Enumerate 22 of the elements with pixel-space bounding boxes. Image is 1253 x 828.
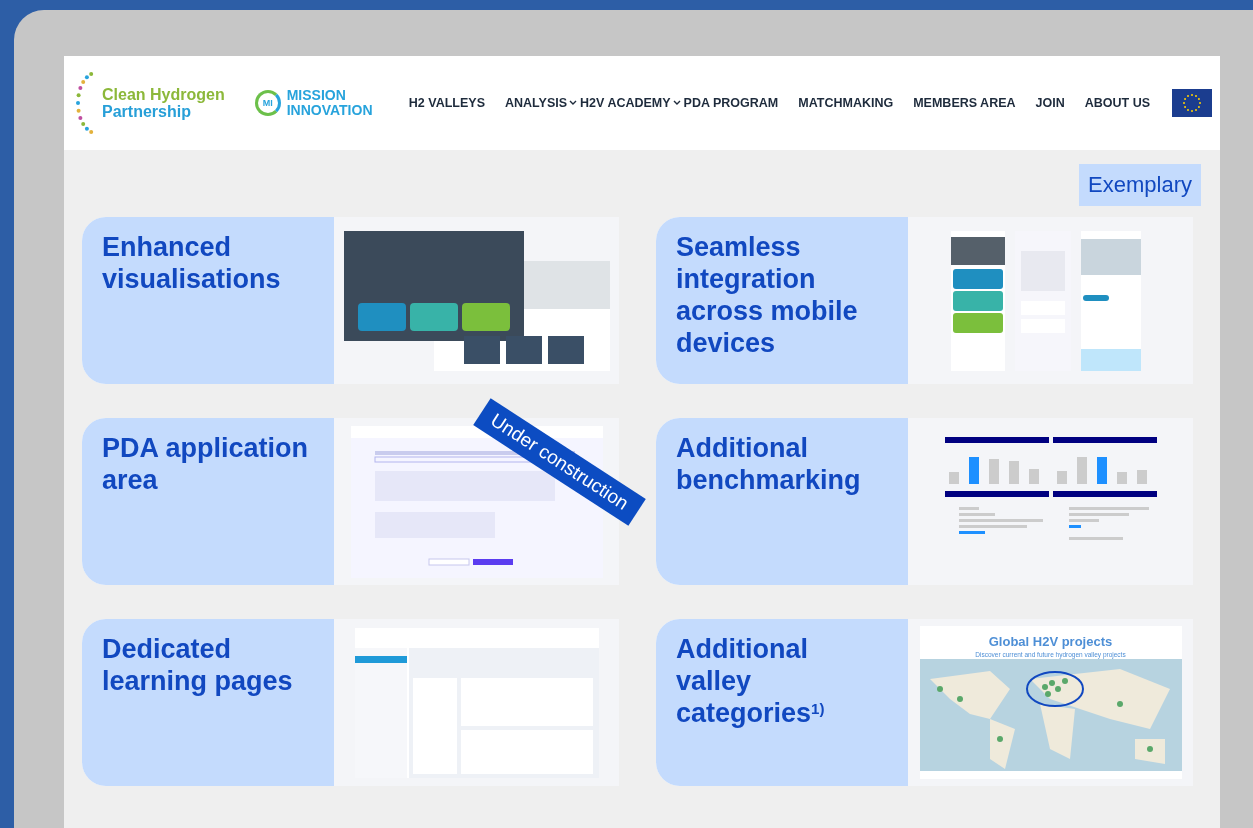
nav-link[interactable]: MEMBERS AREA xyxy=(913,96,1016,110)
feature-title: Additional valley categories$^{1)}$ xyxy=(676,633,826,729)
flag-icon xyxy=(1172,89,1212,117)
tag-label: Exemplary xyxy=(1079,164,1201,206)
logo-text: MISSION xyxy=(286,88,347,103)
nav-link[interactable]: JOIN xyxy=(1035,96,1065,110)
logo-text: Partnership xyxy=(102,103,192,120)
feature-title: Enhanced visualisations xyxy=(102,231,282,295)
nav-link[interactable]: MATCHMAKING xyxy=(798,96,894,110)
nav-link[interactable]: ABOUT US xyxy=(1084,96,1150,110)
nav-link[interactable]: H2V ACADEMY xyxy=(580,96,681,110)
nav-link[interactable]: ANALYSIS xyxy=(505,96,578,110)
logo-badge: MI xyxy=(254,90,281,116)
nav-link[interactable]: PDA PROGRAM xyxy=(683,96,779,110)
map-title: Global H2V projects xyxy=(988,634,1113,649)
feature-title: PDA application area xyxy=(102,432,310,496)
feature-title: Seamless integration across mobile devices xyxy=(676,231,859,359)
nav-link[interactable]: H2 VALLEYS xyxy=(408,96,485,110)
logo-text: INNOVATION xyxy=(286,103,373,118)
logo-text: Clean Hydrogen xyxy=(102,86,225,103)
feature-title: Additional benchmarking xyxy=(676,432,862,496)
feature-title: Dedicated learning pages xyxy=(102,633,294,697)
